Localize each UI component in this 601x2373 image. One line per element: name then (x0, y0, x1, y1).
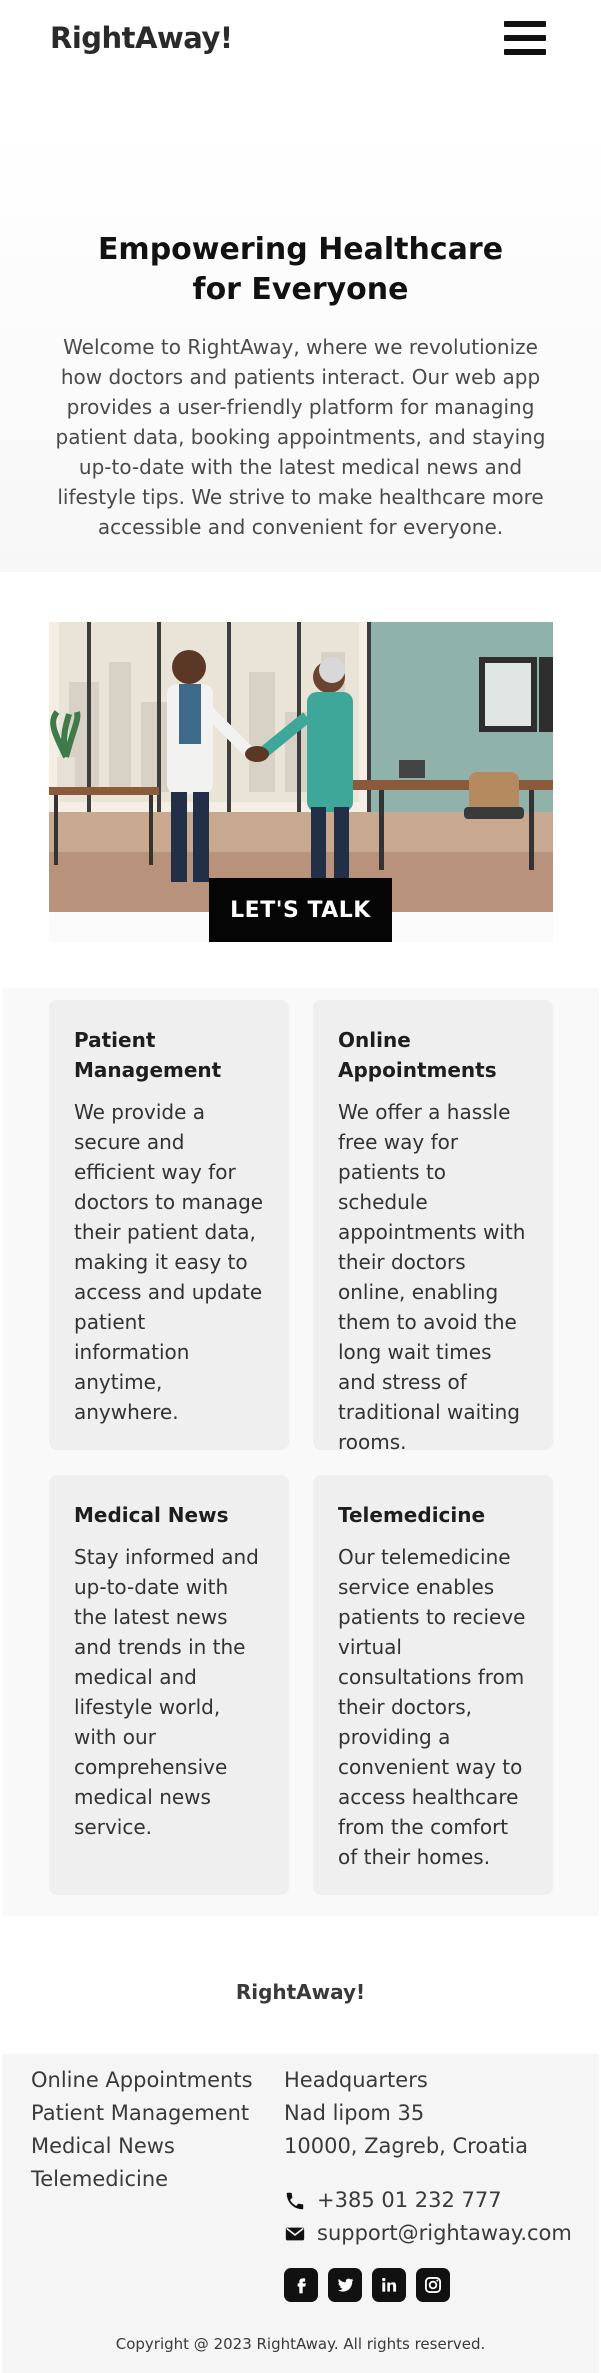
footer-link-telemedicine[interactable]: Telemedicine (31, 2163, 253, 2196)
footer-logo[interactable]: RightAway! (0, 1980, 601, 2004)
email-row[interactable]: support@rightaway.com (284, 2217, 572, 2250)
footer-contact: +385 01 232 777 support@rightaway.com (284, 2184, 572, 2250)
hamburger-menu-icon[interactable] (504, 21, 546, 55)
footer-address: Headquarters Nad lipom 35 10000, Zagreb,… (284, 2064, 528, 2163)
feature-card-telemedicine: Telemedicine Our telemedicine service en… (313, 1475, 553, 1895)
twitter-icon[interactable] (328, 2268, 362, 2302)
logo[interactable]: RightAway! (50, 21, 233, 55)
linkedin-icon[interactable] (372, 2268, 406, 2302)
footer-nav: Online Appointments Patient Management M… (31, 2064, 253, 2196)
hero-description: Welcome to RightAway, where we revolutio… (55, 335, 546, 539)
site-footer: Online Appointments Patient Management M… (2, 2054, 599, 2373)
copyright-text: Copyright @ 2023 RightAway. All rights r… (115, 2335, 486, 2353)
feature-title: Online Appointments (338, 1028, 497, 1082)
feature-title: Patient Management (74, 1028, 222, 1082)
address-street: Nad lipom 35 (284, 2101, 425, 2125)
feature-text: Our telemedicine service enables patient… (338, 1545, 526, 1869)
footer-link-patient-management[interactable]: Patient Management (31, 2097, 253, 2130)
feature-card-patient-management: Patient Management We provide a secure a… (49, 1000, 289, 1450)
email-address: support@rightaway.com (317, 2221, 572, 2245)
footer-link-online-appointments[interactable]: Online Appointments (31, 2064, 253, 2097)
facebook-icon[interactable] (284, 2268, 318, 2302)
feature-card-medical-news: Medical News Stay informed and up-to-dat… (49, 1475, 289, 1895)
features-section: Patient Management We provide a secure a… (2, 988, 599, 1916)
address-label: Headquarters (284, 2068, 428, 2092)
envelope-icon (285, 2227, 305, 2240)
feature-text: Stay informed and up-to-date with the la… (74, 1545, 259, 1839)
feature-title: Telemedicine (338, 1503, 486, 1527)
phone-row[interactable]: +385 01 232 777 (284, 2184, 572, 2217)
feature-text: We provide a secure and efficient way fo… (74, 1100, 264, 1424)
instagram-icon[interactable] (416, 2268, 450, 2302)
doctor-patient-handshake-illustration (49, 622, 553, 912)
site-header: RightAway! (0, 0, 601, 76)
phone-icon (286, 2192, 304, 2209)
hero-title: Empowering Healthcare for Everyone (97, 232, 504, 307)
phone-number: +385 01 232 777 (317, 2188, 502, 2212)
lets-talk-button[interactable]: LET'S TALK (209, 878, 392, 942)
feature-text: We offer a hassle free way for patients … (338, 1100, 526, 1454)
hero-illustration: LET'S TALK (49, 622, 553, 942)
address-city: 10000, Zagreb, Croatia (284, 2134, 529, 2158)
feature-card-online-appointments: Online Appointments We offer a hassle fr… (313, 1000, 553, 1454)
hero-section: Empowering Healthcare for Everyone Welco… (0, 122, 601, 572)
feature-title: Medical News (74, 1503, 229, 1527)
footer-link-medical-news[interactable]: Medical News (31, 2130, 253, 2163)
social-links (284, 2268, 460, 2302)
